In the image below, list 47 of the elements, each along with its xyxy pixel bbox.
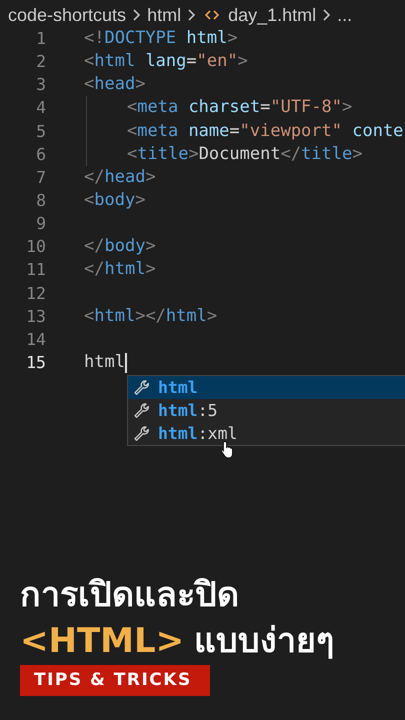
line-number: 11: [25, 259, 46, 282]
code-line: <body>: [84, 189, 146, 212]
line-number: 1: [35, 28, 46, 50]
chevron-icon: [187, 8, 196, 22]
chevron-icon: [322, 8, 332, 22]
line-number: 12: [25, 282, 46, 305]
code-line: </head>: [84, 166, 156, 189]
line-number: 8: [35, 190, 46, 212]
breadcrumb-item[interactable]: day_1.html: [228, 4, 316, 26]
title-text: <HTML>: [20, 621, 184, 661]
code-line: <!DOCTYPE html>: [84, 27, 238, 50]
line-number: 5: [35, 120, 46, 143]
code-line: <html lang="en">: [84, 50, 248, 74]
wrench-icon: [133, 425, 150, 442]
hand-pointer-icon: [220, 440, 235, 460]
chevron-icon: [132, 8, 142, 22]
line-number: 9: [35, 213, 46, 236]
code-line: <meta charset="UTF-8">: [127, 96, 352, 120]
code-line: </html>: [84, 258, 156, 282]
line-number: 7: [35, 166, 46, 189]
wrench-icon: [133, 402, 150, 420]
text-cursor: [124, 352, 127, 373]
line-number: 4: [35, 97, 46, 120]
suggestion-item[interactable]: html:xml: [128, 422, 405, 446]
title-text: การเปิดและปิด: [20, 574, 239, 617]
breadcrumb-item[interactable]: html: [147, 4, 182, 26]
code-file-icon: [205, 9, 220, 21]
title-text: แบบง่ายๆ: [194, 620, 334, 663]
code-line: <html></html>: [84, 304, 218, 328]
breadcrumb-item[interactable]: code-shortcuts: [8, 4, 126, 26]
line-number: 10: [25, 236, 46, 258]
suggestion-item[interactable]: html: [128, 376, 405, 400]
line-number: 3: [35, 74, 46, 96]
wrench-icon: [133, 379, 150, 396]
line-number: 13: [25, 306, 46, 328]
line-number: 6: [35, 144, 46, 166]
code-line: <head>: [84, 73, 146, 96]
more-button[interactable]: ...: [337, 4, 352, 26]
tips-badge: TIPS & TRICKS: [20, 665, 210, 696]
code-line: <meta name="viewport" conte: [127, 120, 404, 143]
code-line: html: [84, 351, 125, 374]
line-number: 15: [25, 352, 46, 374]
line-number: 14: [25, 328, 46, 351]
suggestion-item[interactable]: html:5: [128, 399, 405, 422]
code-line: <title>Document</title>: [127, 142, 362, 166]
line-number: 2: [35, 51, 46, 74]
code-line: </body>: [84, 235, 156, 258]
